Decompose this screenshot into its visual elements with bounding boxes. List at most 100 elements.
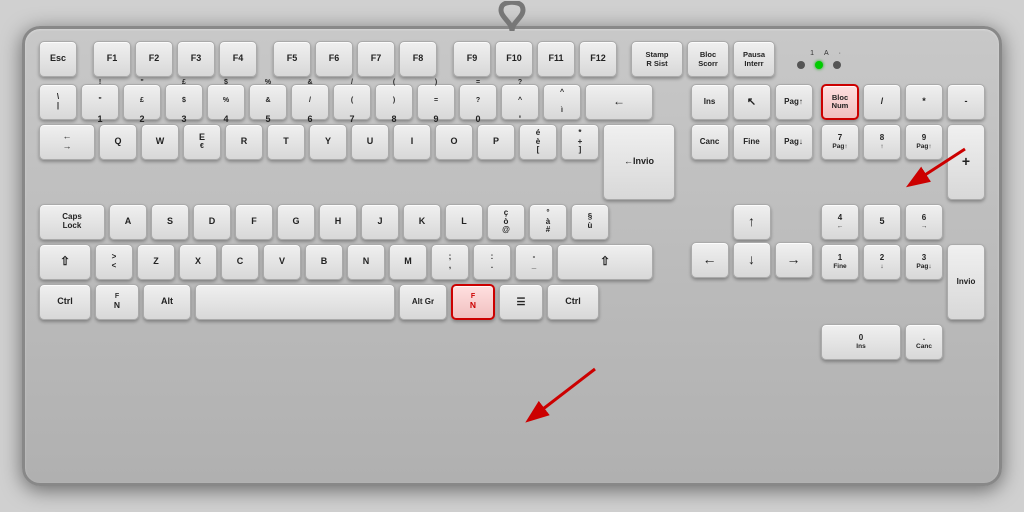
key-fn-right[interactable]: FN — [451, 284, 495, 320]
key-8[interactable]: ()8 — [375, 84, 413, 120]
key-è[interactable]: éè[ — [519, 124, 557, 160]
key-a[interactable]: A — [109, 204, 147, 240]
key-num-1[interactable]: 1Fine — [821, 244, 859, 280]
key-f10[interactable]: F10 — [495, 41, 533, 77]
key-pag-down[interactable]: Pag↓ — [775, 124, 813, 160]
key-bloc-num[interactable]: BlocNum — [821, 84, 859, 120]
key-f4[interactable]: F4 — [219, 41, 257, 77]
key-6[interactable]: &/6 — [291, 84, 329, 120]
key-section[interactable]: §ù — [571, 204, 609, 240]
key-num-9[interactable]: 9Pag↑ — [905, 124, 943, 160]
key-4[interactable]: $%4 — [207, 84, 245, 120]
key-ctrl-left[interactable]: Ctrl — [39, 284, 91, 320]
key-f9[interactable]: F9 — [453, 41, 491, 77]
key-r[interactable]: R — [225, 124, 263, 160]
key-à[interactable]: °à# — [529, 204, 567, 240]
key-ò[interactable]: çò@ — [487, 204, 525, 240]
key-3[interactable]: £$3 — [165, 84, 203, 120]
key-esc[interactable]: Esc — [39, 41, 77, 77]
key-z[interactable]: Z — [137, 244, 175, 280]
key-fn-left[interactable]: FN — [95, 284, 139, 320]
key-y[interactable]: Y — [309, 124, 347, 160]
key-num-dot[interactable]: .Canc — [905, 324, 943, 360]
key-n[interactable]: N — [347, 244, 385, 280]
key-b[interactable]: B — [305, 244, 343, 280]
key-f6[interactable]: F6 — [315, 41, 353, 77]
key-ì[interactable]: ^ì — [543, 84, 581, 120]
key-num-4[interactable]: 4← — [821, 204, 859, 240]
key-v[interactable]: V — [263, 244, 301, 280]
key-f1[interactable]: F1 — [93, 41, 131, 77]
key-num-6[interactable]: 6→ — [905, 204, 943, 240]
key-num-star[interactable]: * — [905, 84, 943, 120]
key-arrow-up[interactable]: ↑ — [733, 204, 771, 240]
key-num-slash[interactable]: / — [863, 84, 901, 120]
key-l[interactable]: L — [445, 204, 483, 240]
key-j[interactable]: J — [361, 204, 399, 240]
key-o[interactable]: O — [435, 124, 473, 160]
key-f12[interactable]: F12 — [579, 41, 617, 77]
key-tab[interactable]: ←→ — [39, 124, 95, 160]
key-h[interactable]: H — [319, 204, 357, 240]
key-pag-up[interactable]: Pag↑ — [775, 84, 813, 120]
key-num-7[interactable]: 7Pag↑ — [821, 124, 859, 160]
key-1[interactable]: !"1 — [81, 84, 119, 120]
key-plus[interactable]: *+] — [561, 124, 599, 160]
key-ins[interactable]: Ins — [691, 84, 729, 120]
key-backspace[interactable]: ← — [585, 84, 653, 120]
key-0[interactable]: =?0 — [459, 84, 497, 120]
key-arrow-right[interactable]: → — [775, 242, 813, 278]
key-period[interactable]: :. — [473, 244, 511, 280]
key-p[interactable]: P — [477, 124, 515, 160]
key-g[interactable]: G — [277, 204, 315, 240]
key-shift-right[interactable]: ⇧ — [557, 244, 653, 280]
key-f11[interactable]: F11 — [537, 41, 575, 77]
key-fine[interactable]: Fine — [733, 124, 771, 160]
key-c[interactable]: C — [221, 244, 259, 280]
key-t[interactable]: T — [267, 124, 305, 160]
key-d[interactable]: D — [193, 204, 231, 240]
key-x[interactable]: X — [179, 244, 217, 280]
key-num-0[interactable]: 0Ins — [821, 324, 901, 360]
key-num-3[interactable]: 3Pag↓ — [905, 244, 943, 280]
key-s[interactable]: S — [151, 204, 189, 240]
key-f5[interactable]: F5 — [273, 41, 311, 77]
key-comma[interactable]: ;, — [431, 244, 469, 280]
key-num-8[interactable]: 8↑ — [863, 124, 901, 160]
key-f3[interactable]: F3 — [177, 41, 215, 77]
key-bloc-scorr[interactable]: BlocScorr — [687, 41, 729, 77]
key-q[interactable]: Q — [99, 124, 137, 160]
key-backslash[interactable]: \| — [39, 84, 77, 120]
key-num-2[interactable]: 2↓ — [863, 244, 901, 280]
key-apostrophe[interactable]: ?^' — [501, 84, 539, 120]
key-k[interactable]: K — [403, 204, 441, 240]
key-num-5[interactable]: 5 — [863, 204, 901, 240]
key-menu[interactable]: ☰ — [499, 284, 543, 320]
key-minus[interactable]: -_ — [515, 244, 553, 280]
key-e[interactable]: E€ — [183, 124, 221, 160]
key-5[interactable]: %&5 — [249, 84, 287, 120]
key-pausa-interr[interactable]: PausaInterr — [733, 41, 775, 77]
key-stamp[interactable]: StampR Sist — [631, 41, 683, 77]
key-7[interactable]: /(7 — [333, 84, 371, 120]
key-2[interactable]: "£2 — [123, 84, 161, 120]
key-f[interactable]: F — [235, 204, 273, 240]
key-caps-lock[interactable]: CapsLock — [39, 204, 105, 240]
key-ctrl-right[interactable]: Ctrl — [547, 284, 599, 320]
key-arrow-left[interactable]: ← — [691, 242, 729, 278]
key-num-minus[interactable]: - — [947, 84, 985, 120]
key-arrow-down[interactable]: ↓ — [733, 242, 771, 278]
key-w[interactable]: W — [141, 124, 179, 160]
key-9[interactable]: )=9 — [417, 84, 455, 120]
key-arrow-nw[interactable]: ↖ — [733, 84, 771, 120]
key-num-enter[interactable]: Invio — [947, 244, 985, 320]
key-i[interactable]: I — [393, 124, 431, 160]
key-m[interactable]: M — [389, 244, 427, 280]
key-space[interactable] — [195, 284, 395, 320]
key-alt[interactable]: Alt — [143, 284, 191, 320]
key-shift-left[interactable]: ⇧ — [39, 244, 91, 280]
key-angle[interactable]: >< — [95, 244, 133, 280]
key-canc[interactable]: Canc — [691, 124, 729, 160]
key-f7[interactable]: F7 — [357, 41, 395, 77]
key-f2[interactable]: F2 — [135, 41, 173, 77]
